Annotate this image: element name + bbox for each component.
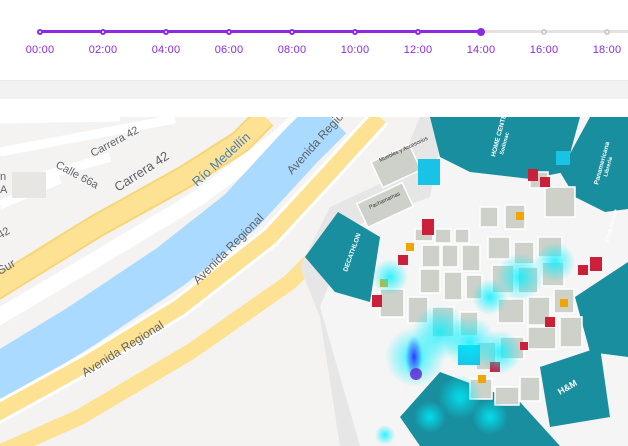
timeline-tick-label[interactable]: 18:00 — [593, 44, 622, 56]
timeline-tick[interactable] — [477, 27, 485, 36]
floor-plan-map[interactable]: Carrera 42 Calle 66a Carrera 42 Río Mede… — [0, 117, 628, 446]
building-block — [12, 172, 46, 198]
timeline-tick[interactable] — [226, 28, 232, 35]
timeline-tick[interactable] — [352, 28, 358, 35]
timeline-tick-label[interactable]: 08:00 — [278, 44, 307, 56]
timeline-tick[interactable] — [289, 28, 295, 35]
timeline-tick-label[interactable]: 00:00 — [26, 44, 55, 56]
timeline-tick-label[interactable]: 06:00 — [215, 44, 244, 56]
timeline-tick[interactable] — [163, 28, 169, 35]
timeline-tick[interactable] — [100, 28, 106, 35]
timeline-tick[interactable] — [541, 28, 547, 35]
timeline-tick-label[interactable]: 14:00 — [467, 44, 496, 56]
section-divider — [0, 80, 628, 99]
timeline-tick[interactable] — [604, 28, 610, 35]
map-canvas: Carrera 42 Calle 66a Carrera 42 Río Mede… — [0, 117, 628, 446]
timeline-slider[interactable]: 00:00 02:00 04:00 06:00 08:00 10:00 12:00 14:00… — [0, 0, 628, 80]
timeline-tick-label[interactable]: 04:00 — [152, 44, 181, 56]
label-a-fragment: A — [0, 184, 8, 196]
timeline-tick-label[interactable]: 02:00 — [89, 44, 118, 56]
timeline-tick[interactable] — [415, 28, 421, 35]
label-n-fragment: n — [0, 171, 6, 183]
timeline-tick-label[interactable]: 12:00 — [404, 44, 433, 56]
timeline-tick-label[interactable]: 16:00 — [530, 44, 559, 56]
timeline-tick[interactable] — [37, 28, 43, 35]
timeline-tick-label[interactable]: 10:00 — [341, 44, 370, 56]
